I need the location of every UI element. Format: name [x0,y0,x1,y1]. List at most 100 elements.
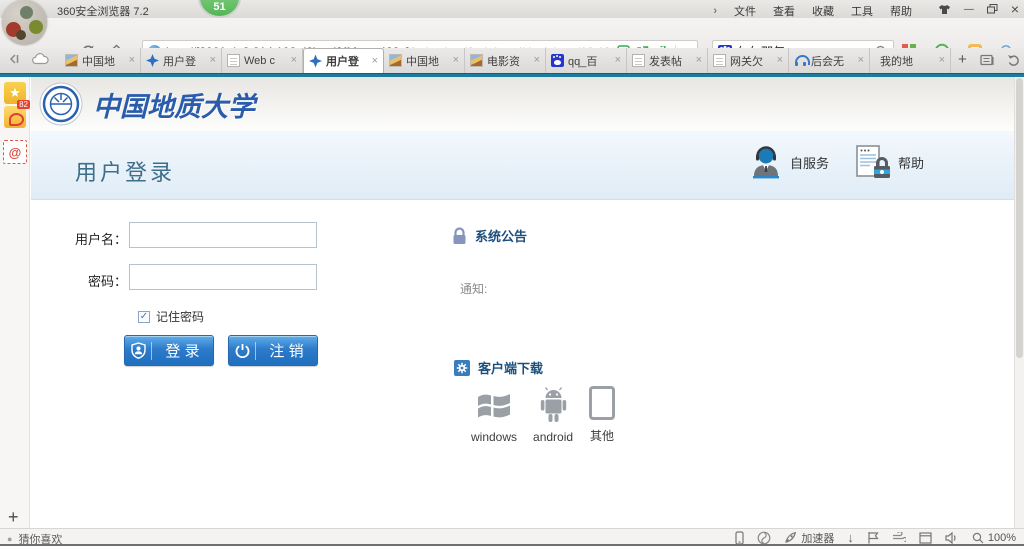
logout-button[interactable]: 注 销 [228,335,318,366]
site-header: 中国地质大学 [31,77,1014,131]
weibo-icon[interactable]: 82 [4,106,26,128]
tab[interactable]: 发表帖 × [627,48,708,73]
tab-label: 用户登 [326,53,368,69]
tab-close-icon[interactable]: × [534,55,540,66]
checkbox-check-icon[interactable]: ✓ [138,311,150,323]
tab-close-icon[interactable]: × [372,56,378,67]
rocket-icon [784,531,797,544]
tab-favicon [227,54,240,67]
tab-close-icon[interactable]: × [939,55,945,66]
help-link[interactable]: 帮助 [855,145,924,179]
tab[interactable]: 后会无 × [789,48,870,73]
self-service-label: 自服务 [790,153,829,172]
tab[interactable]: qq_百 × [546,48,627,73]
power-icon [229,342,256,360]
tab-favicon [65,54,78,67]
tab-close-icon[interactable]: × [291,55,297,66]
tab-close-icon[interactable]: × [615,55,621,66]
speaker-icon[interactable] [945,532,959,544]
mail-at-icon[interactable]: @ [3,140,27,164]
pinwheel-icon[interactable] [757,531,771,545]
tab[interactable]: Web c × [222,48,303,73]
self-service-agent-icon [749,145,783,179]
tab[interactable]: 用户登 × [141,48,222,73]
tab[interactable]: 用户登 × [303,48,384,73]
menu-item-view[interactable]: 查看 [773,3,795,19]
android-robot-icon [537,387,570,423]
flag-icon[interactable] [867,531,879,544]
help-doc-lock-icon [855,145,891,179]
university-name: 中国地质大学 [93,85,255,124]
add-sidebar-item-icon[interactable]: + [8,507,19,528]
minimize-button[interactable]: — [964,4,974,15]
title-bar: 360安全浏览器 7.2 › 文件 查看 收藏 工具 帮助 — × [0,0,1024,18]
download-windows-label: windows [471,430,517,444]
tab[interactable]: 我的地 × [870,48,951,73]
menu-item-favorites[interactable]: 收藏 [812,3,834,19]
tab-close-icon[interactable]: × [696,55,702,66]
status-dot-icon: ● [7,534,12,544]
notice-label: 通知: [460,280,487,297]
announcement-title-text: 系统公告 [475,226,527,245]
download-windows[interactable]: windows [471,389,517,444]
scrollbar-thumb[interactable] [1016,78,1023,358]
download-other-label: 其他 [590,427,614,444]
tab-label: 发表帖 [649,53,692,69]
tab-close-icon[interactable]: × [858,55,864,66]
cloud-sync-icon[interactable] [32,53,49,65]
shield-user-icon [125,342,152,360]
tab-close-icon[interactable]: × [453,55,459,66]
menu-item-tools[interactable]: 工具 [851,3,873,19]
menu-bar: › 文件 查看 收藏 工具 帮助 [713,3,912,19]
downloads-icon[interactable]: ↓ [847,530,854,545]
weibo-badge: 82 [17,100,30,109]
restore-button[interactable] [987,4,998,14]
download-other[interactable]: 其他 [589,386,615,444]
download-section-title: 客户端下载 [454,358,543,377]
login-button[interactable]: 登 录 [124,335,214,366]
tab-label: 中国地 [82,53,125,69]
navigation-toolbar: ← ☆ http://[2001:da8:214:102:d6be:d9ff:f… [0,18,1024,48]
reopen-closed-tab-icon[interactable] [1007,54,1020,66]
remember-password-checkbox[interactable]: ✓ 记住密码 [138,308,204,325]
password-field[interactable] [129,264,317,290]
download-android[interactable]: android [533,387,573,444]
collapse-tabs-icon[interactable] [8,53,20,65]
tab-close-icon[interactable]: × [777,55,783,66]
tab-close-icon[interactable]: × [210,55,216,66]
wind-mode-icon[interactable] [892,532,906,543]
gear-icon [454,360,470,376]
zoom-control[interactable]: 100% [972,532,1016,544]
skin-icon[interactable] [938,4,951,15]
window-title: 360安全浏览器 7.2 [57,3,149,19]
announcement-section-title: 系统公告 [452,226,527,245]
tab-strip: 中国地 × 用户登 × Web c × 用户登 × 中国地 [60,48,951,73]
tab[interactable]: 网关欠 × [708,48,789,73]
self-service-link[interactable]: 自服务 [749,145,829,179]
page-scrollbar[interactable] [1014,77,1024,528]
username-field[interactable] [129,222,317,248]
download-android-label: android [533,430,573,444]
recommend-link[interactable]: 猜你喜欢 [18,531,62,546]
login-button-label: 登 录 [152,340,213,361]
menu-item-help[interactable]: 帮助 [890,3,912,19]
tab-label: 中国地 [406,53,449,69]
mobile-phone-icon[interactable] [735,531,744,545]
side-panel: ★ 82 @ + [0,77,30,528]
tab[interactable]: 中国地 × [384,48,465,73]
logout-button-label: 注 销 [256,340,317,361]
user-avatar[interactable] [2,0,47,45]
accelerator-label: 加速器 [801,530,834,546]
tab[interactable]: 中国地 × [60,48,141,73]
tab-list-icon[interactable] [980,54,994,66]
browser-window: 360安全浏览器 7.2 › 文件 查看 收藏 工具 帮助 — × 51 ← ☆ [0,0,1024,546]
window-layout-icon[interactable] [919,532,932,544]
tablet-icon [589,386,615,420]
tab-close-icon[interactable]: × [129,55,135,66]
menu-expander-icon[interactable]: › [713,5,717,17]
close-button[interactable]: × [1011,2,1019,16]
accelerator-control[interactable]: 加速器 [784,530,834,546]
menu-item-file[interactable]: 文件 [734,3,756,19]
new-tab-button[interactable]: + [958,52,967,67]
tab[interactable]: 电影资 × [465,48,546,73]
